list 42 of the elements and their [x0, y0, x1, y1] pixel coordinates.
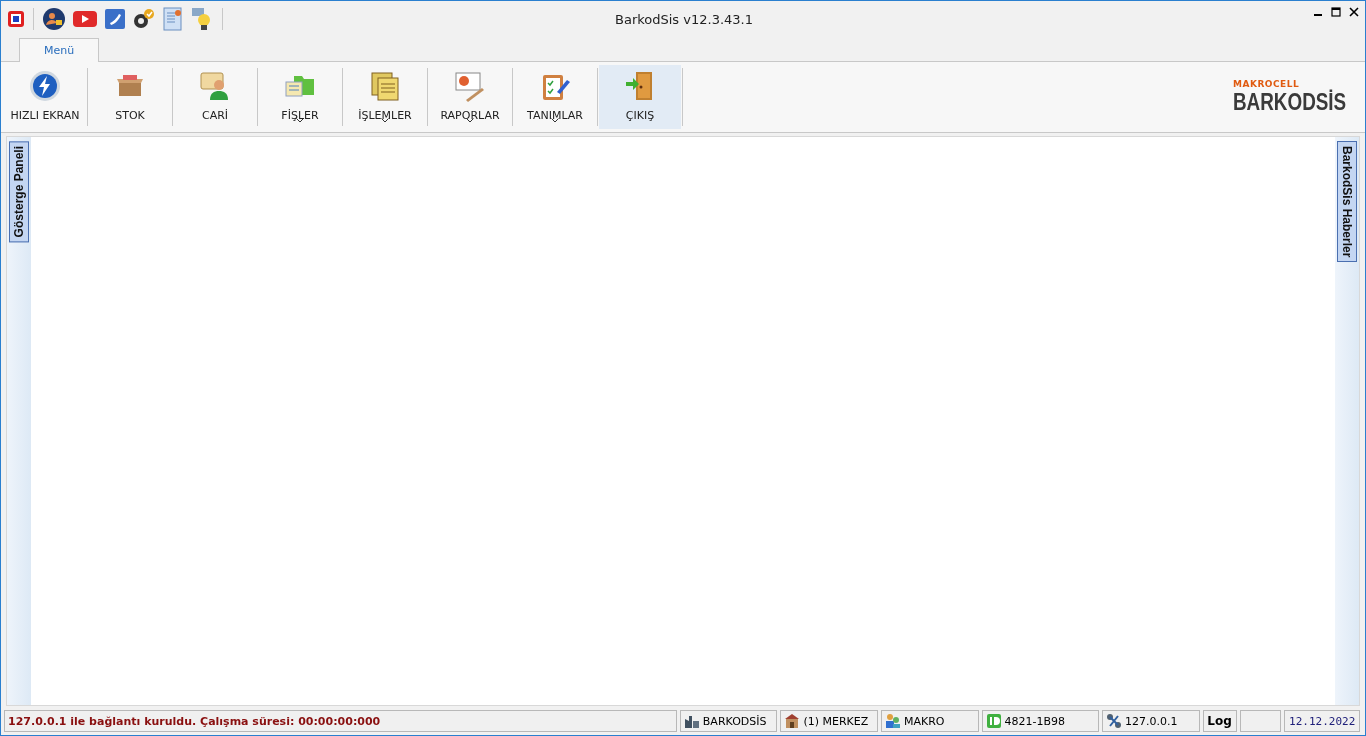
- users-icon: [885, 713, 901, 729]
- ribbon-tab[interactable]: Menü: [19, 38, 100, 62]
- presentation-icon: [454, 70, 486, 102]
- caret-icon: [296, 118, 304, 123]
- user-lock-icon[interactable]: [42, 7, 66, 31]
- caret-icon: [551, 118, 559, 123]
- ribbon-button[interactable]: TANIMLAR: [514, 65, 596, 129]
- ribbon-button[interactable]: STOK: [89, 65, 171, 129]
- network-icon: [1106, 713, 1123, 729]
- status-message: 127.0.0.1 ile bağlantı kuruldu. Çalışma süresi: 00:00:00:000: [4, 710, 677, 732]
- caret-icon: [381, 118, 389, 123]
- lightning-icon: [29, 70, 61, 102]
- status-text: 127.0.0.1: [1125, 714, 1178, 728]
- ribbon-button[interactable]: HIZLI EKRAN: [4, 65, 86, 129]
- factory-icon: [683, 713, 700, 729]
- id-badge-icon: [985, 713, 1002, 729]
- certificate-icon[interactable]: [162, 7, 184, 31]
- maximize-icon[interactable]: [1331, 7, 1341, 17]
- status-panel: [1239, 710, 1282, 732]
- status-text: MAKRO: [904, 714, 945, 728]
- person-card-icon: [199, 70, 231, 102]
- notes-icon: [369, 70, 401, 102]
- brand-logo: MAKROCELL BARKODSİS: [1233, 77, 1348, 117]
- ribbon-button[interactable]: ÇIKIŞ: [599, 65, 681, 129]
- close-icon[interactable]: [1349, 7, 1359, 17]
- window-title: BarkodSis v12.3.43.1: [614, 11, 754, 27]
- ribbon-button[interactable]: CARİ: [174, 65, 256, 129]
- side-panel-tab[interactable]: BarkodSis Haberler: [1337, 141, 1357, 263]
- side-panel-tab[interactable]: Gösterge Paneli: [9, 141, 29, 243]
- log-button[interactable]: Log: [1202, 710, 1237, 732]
- status-text: (1) MERKEZ: [803, 714, 869, 728]
- status-text: BARKODSİS: [702, 714, 767, 728]
- status-text: 4821-1B98: [1004, 714, 1066, 728]
- status-date: 12.12.2022: [1284, 710, 1360, 732]
- building-icon: [784, 713, 801, 729]
- gears-icon[interactable]: [132, 7, 156, 31]
- play-icon[interactable]: [72, 9, 98, 29]
- ribbon-button[interactable]: RAPORLAR: [429, 65, 511, 129]
- ribbon-button[interactable]: FİŞLER: [259, 65, 341, 129]
- app-icon[interactable]: [7, 10, 25, 28]
- caret-icon: [466, 118, 474, 123]
- ribbon-button[interactable]: İŞLEMLER: [344, 65, 426, 129]
